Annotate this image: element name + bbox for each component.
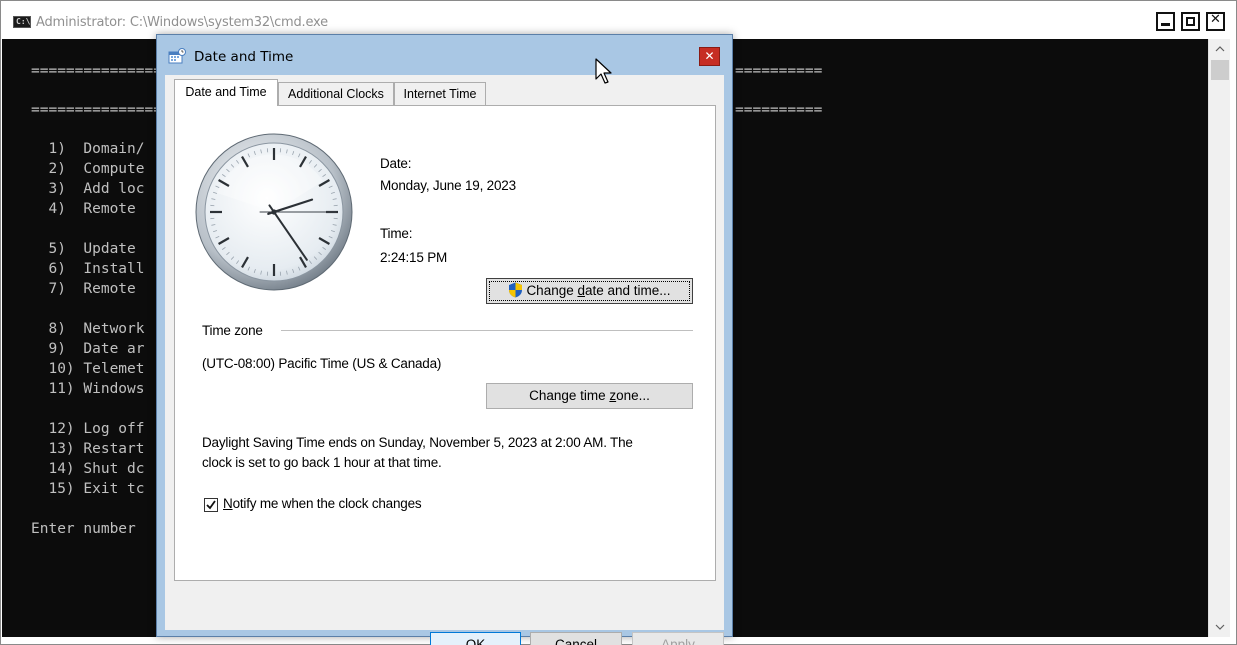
tab-additional-clocks[interactable]: Additional Clocks — [278, 82, 394, 106]
label-part: one... — [616, 388, 650, 403]
cmd-title: Administrator: C:\Windows\system32\cmd.e… — [36, 15, 328, 30]
time-value: 2:24:15 PM — [380, 250, 448, 265]
label-part: pply — [670, 637, 695, 645]
console-line: ========== — [735, 63, 823, 79]
cmd-icon-label: C:\ — [16, 17, 31, 26]
time-label: Time: — [380, 226, 413, 241]
console-line: =============== — [31, 102, 162, 118]
console-line: 15) Exit tc — [31, 481, 145, 497]
date-time-dialog: Date and Time ✕ Date and Time Additional… — [156, 34, 733, 645]
notify-checkbox[interactable] — [204, 498, 218, 512]
timezone-value: (UTC-08:00) Pacific Time (US & Canada) — [202, 356, 442, 371]
console-line: 8) Network — [31, 321, 145, 337]
console-line: 3) Add loc — [31, 181, 145, 197]
analog-clock — [195, 133, 353, 291]
mouse-cursor-icon — [595, 58, 612, 84]
dst-info-line-1: Daylight Saving Time ends on Sunday, Nov… — [202, 435, 633, 450]
tab-internet-time[interactable]: Internet Time — [394, 82, 486, 106]
accelerator-key: d — [577, 283, 585, 298]
console-line: ========== — [735, 102, 823, 118]
minimize-icon[interactable] — [1156, 12, 1175, 31]
vertical-scrollbar[interactable] — [1208, 39, 1230, 637]
notify-label[interactable]: Notify me when the clock changes — [223, 496, 422, 511]
close-icon[interactable]: ✕ — [699, 47, 720, 66]
accelerator-key: A — [661, 637, 671, 645]
label-part: otify me when the clock changes — [232, 496, 422, 511]
change-time-zone-button[interactable]: Change time zone... — [486, 383, 693, 409]
console-line: 13) Restart — [31, 441, 145, 457]
checkmark-icon — [206, 500, 216, 510]
accelerator-key: N — [223, 496, 233, 511]
date-label: Date: — [380, 156, 412, 171]
maximize-icon[interactable] — [1181, 12, 1200, 31]
close-icon[interactable] — [1206, 12, 1225, 31]
dialog-titlebar[interactable]: Date and Time ✕ — [157, 35, 732, 75]
label-part: ate and time... — [585, 283, 671, 298]
console-line: 6) Install — [31, 261, 145, 277]
console-line: 1) Domain/ — [31, 141, 145, 157]
tab-date-and-time[interactable]: Date and Time — [174, 79, 278, 106]
console-line: 14) Shut dc — [31, 461, 145, 477]
label-part: Change time — [529, 388, 610, 403]
change-date-and-time-button[interactable]: Change date and time... — [486, 278, 693, 304]
scroll-down-icon[interactable] — [1209, 617, 1231, 637]
cancel-button[interactable]: Cancel — [530, 632, 622, 645]
console-line: 4) Remote — [31, 201, 136, 217]
console-line: 5) Update — [31, 241, 136, 257]
apply-button[interactable]: Apply — [632, 632, 724, 645]
dst-info-line-2: clock is set to go back 1 hour at that t… — [202, 455, 442, 470]
tab-page-date-and-time: Date: Monday, June 19, 2023 Time: 2:24:1… — [174, 105, 716, 581]
console-line: 9) Date ar — [31, 341, 145, 357]
dialog-title: Date and Time — [194, 49, 294, 65]
date-time-icon — [168, 48, 186, 64]
console-line: =============== — [31, 63, 162, 79]
cmd-titlebar[interactable]: C:\ Administrator: C:\Windows\system32\c… — [1, 1, 1236, 38]
label-part: Change — [526, 283, 578, 298]
dialog-client-area: Date and Time Additional Clocks Internet… — [165, 75, 724, 645]
ok-button[interactable]: OK — [430, 632, 521, 645]
timezone-divider — [281, 330, 693, 331]
console-prompt: Enter number — [31, 521, 136, 537]
console-line: 11) Windows — [31, 381, 145, 397]
change-date-and-time-label: Change date and time... — [526, 283, 670, 298]
console-line: 7) Remote — [31, 281, 136, 297]
console-line: 12) Log off — [31, 421, 145, 437]
cmd-icon: C:\ — [13, 16, 31, 28]
scroll-up-icon[interactable] — [1209, 39, 1231, 59]
console-line: 10) Telemet — [31, 361, 145, 377]
timezone-heading: Time zone — [202, 323, 263, 338]
date-value: Monday, June 19, 2023 — [380, 178, 516, 193]
uac-shield-icon — [508, 282, 523, 306]
scroll-thumb[interactable] — [1211, 60, 1229, 80]
console-line: 2) Compute — [31, 161, 145, 177]
